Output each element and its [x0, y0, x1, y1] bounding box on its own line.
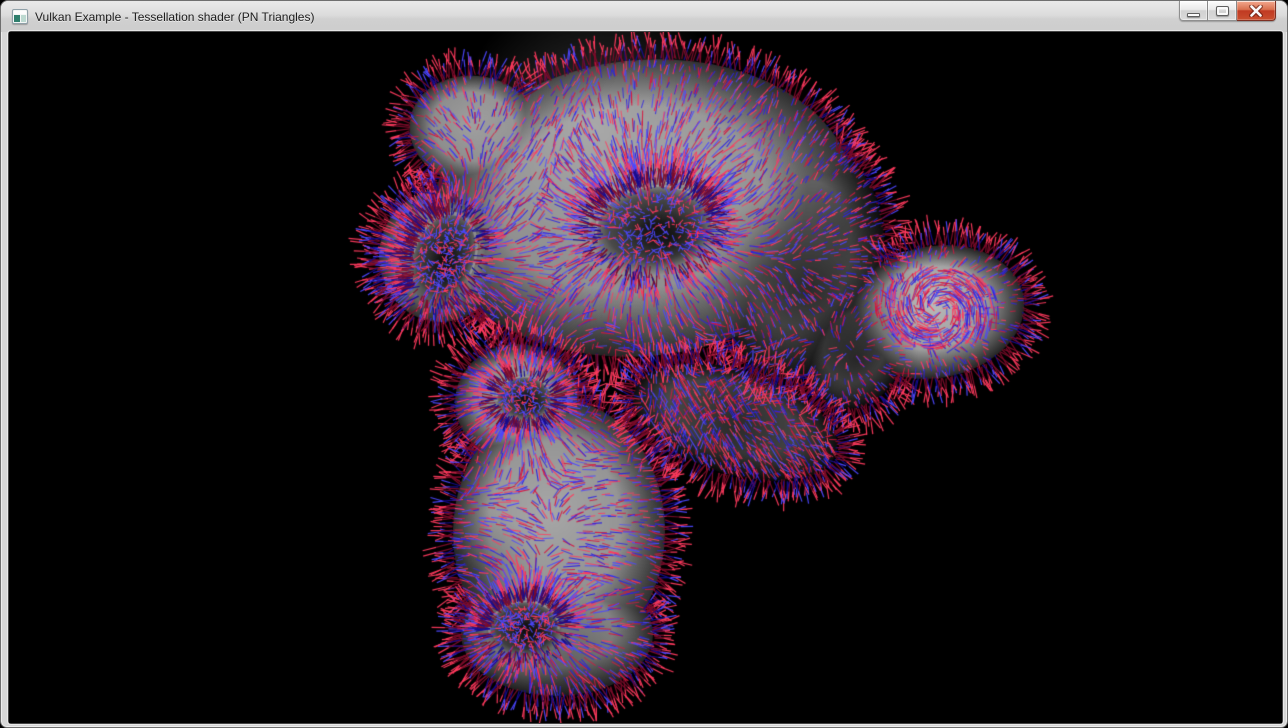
- window-title: Vulkan Example - Tessellation shader (PN…: [35, 10, 314, 24]
- app-icon[interactable]: [12, 9, 28, 24]
- title-bar[interactable]: Vulkan Example - Tessellation shader (PN…: [1, 1, 1287, 32]
- close-icon: [1249, 5, 1263, 17]
- close-button[interactable]: [1237, 1, 1276, 21]
- minimize-icon: [1187, 13, 1200, 17]
- render-client-area: [9, 32, 1282, 723]
- viewport-3d-canvas[interactable]: [9, 32, 1282, 723]
- maximize-icon: [1216, 6, 1229, 16]
- app-icon-titlebar: [14, 11, 26, 14]
- app-icon-pane-right: [21, 15, 26, 22]
- minimize-button[interactable]: [1179, 1, 1208, 21]
- window-controls: [1179, 1, 1276, 21]
- app-window: Vulkan Example - Tessellation shader (PN…: [0, 0, 1288, 728]
- app-icon-pane-left: [14, 15, 20, 22]
- maximize-button[interactable]: [1208, 1, 1237, 21]
